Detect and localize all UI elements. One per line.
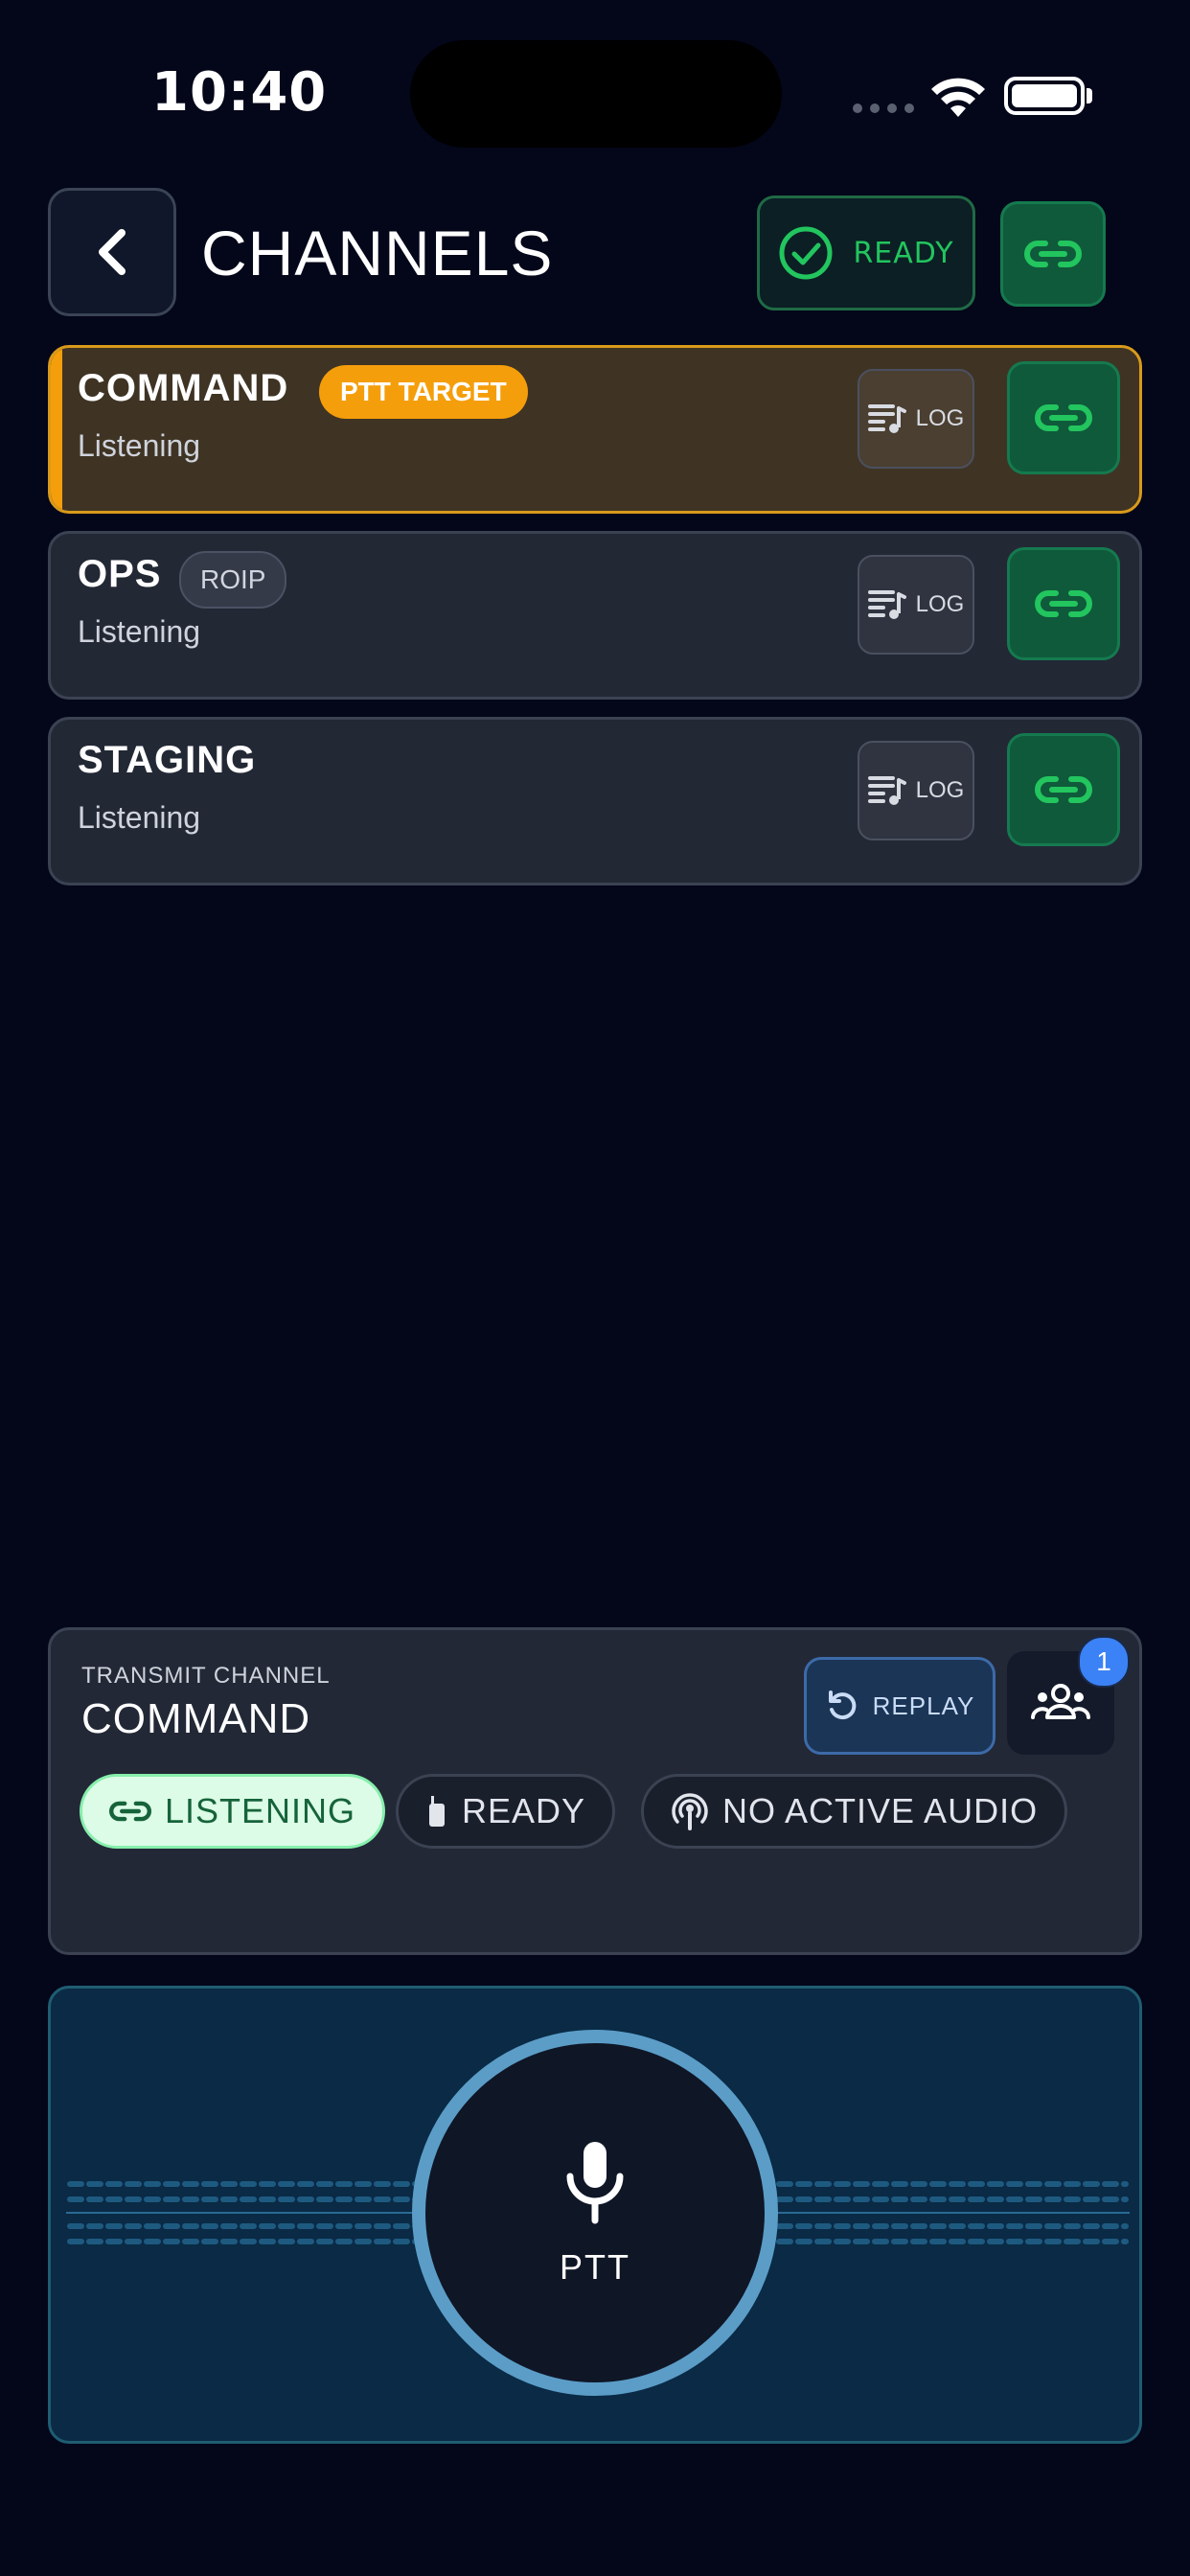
log-button[interactable]: LOG bbox=[858, 741, 974, 840]
channel-name: STAGING bbox=[78, 739, 257, 781]
right-waveform bbox=[756, 2181, 1130, 2244]
transmit-panel: TRANSMIT CHANNEL COMMAND REPLAY 1 LISTEN… bbox=[48, 1627, 1142, 1955]
playlist-music-icon bbox=[867, 404, 906, 433]
channel-status: Listening bbox=[78, 614, 201, 649]
channel-status: Listening bbox=[78, 800, 201, 835]
ptt-target-badge: PTT TARGET bbox=[319, 365, 528, 419]
link-icon bbox=[1035, 404, 1092, 431]
roip-badge: ROIP bbox=[179, 551, 287, 609]
channel-card-staging[interactable]: STAGING Listening LOG bbox=[48, 717, 1142, 886]
transmit-channel-name: COMMAND bbox=[81, 1695, 311, 1742]
signal-dots-icon bbox=[853, 104, 914, 113]
ready-label: READY bbox=[853, 236, 954, 270]
replay-label: REPLAY bbox=[872, 1690, 975, 1720]
log-label: LOG bbox=[915, 591, 965, 617]
link-icon bbox=[1035, 776, 1092, 803]
audio-chip[interactable]: NO ACTIVE AUDIO bbox=[641, 1774, 1068, 1849]
microphone-icon bbox=[566, 2142, 624, 2224]
log-label: LOG bbox=[915, 777, 965, 803]
channel-name: COMMAND bbox=[78, 367, 289, 409]
users-count-badge: 1 bbox=[1078, 1636, 1130, 1688]
back-chevron-icon bbox=[99, 229, 126, 275]
status-time: 10:40 bbox=[151, 61, 328, 124]
replay-icon bbox=[828, 1690, 856, 1720]
channel-status: Listening bbox=[78, 428, 201, 463]
battery-tip bbox=[1087, 88, 1092, 104]
link-icon bbox=[1035, 590, 1092, 617]
channel-link-button[interactable] bbox=[1007, 733, 1120, 846]
channel-name: OPS bbox=[78, 553, 162, 595]
channel-card-command[interactable]: COMMAND PTT TARGET Listening LOG bbox=[48, 345, 1142, 514]
channel-card-ops[interactable]: OPS ROIP Listening LOG bbox=[48, 531, 1142, 700]
ready-chip-label: READY bbox=[462, 1791, 586, 1830]
audio-chip-label: NO ACTIVE AUDIO bbox=[722, 1791, 1039, 1830]
playlist-music-icon bbox=[867, 776, 906, 805]
ready-status-button[interactable]: READY bbox=[757, 196, 975, 310]
users-icon bbox=[1031, 1684, 1090, 1719]
transmit-channel-label: TRANSMIT CHANNEL bbox=[81, 1663, 331, 1689]
listening-label: LISTENING bbox=[165, 1791, 356, 1830]
left-waveform bbox=[66, 2181, 440, 2244]
channel-link-button[interactable] bbox=[1007, 547, 1120, 660]
header-link-button[interactable] bbox=[1000, 201, 1106, 307]
link-icon bbox=[1024, 241, 1082, 267]
check-circle-icon bbox=[779, 226, 833, 280]
battery-icon bbox=[1004, 77, 1085, 115]
log-button[interactable]: LOG bbox=[858, 555, 974, 655]
channel-link-button[interactable] bbox=[1007, 361, 1120, 474]
dynamic-island bbox=[410, 40, 782, 148]
podcast-icon bbox=[672, 1793, 708, 1830]
log-button[interactable]: LOG bbox=[858, 369, 974, 469]
back-button[interactable] bbox=[48, 188, 176, 316]
ptt-button[interactable]: PTT bbox=[412, 2030, 778, 2396]
link-icon bbox=[109, 1801, 151, 1822]
log-label: LOG bbox=[915, 405, 965, 431]
replay-button[interactable]: REPLAY bbox=[804, 1657, 995, 1755]
ready-chip[interactable]: READY bbox=[396, 1774, 616, 1849]
listening-chip[interactable]: LISTENING bbox=[80, 1774, 386, 1849]
ptt-label: PTT bbox=[560, 2247, 630, 2287]
wifi-icon bbox=[931, 78, 985, 117]
page-title: CHANNELS bbox=[201, 218, 554, 288]
handheld-radio-icon bbox=[429, 1796, 445, 1827]
playlist-music-icon bbox=[867, 590, 906, 619]
